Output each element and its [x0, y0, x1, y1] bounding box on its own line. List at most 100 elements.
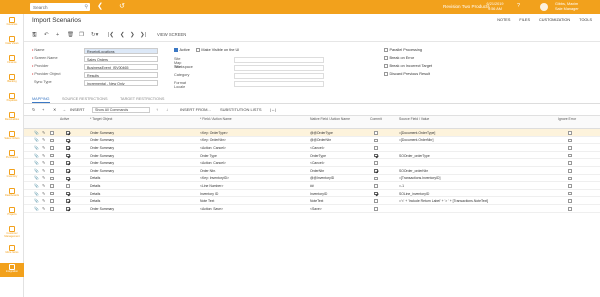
target-object-cell[interactable]: Details	[90, 184, 100, 188]
tools-link[interactable]: TOOLS	[579, 18, 592, 22]
ignore-error-cell[interactable]	[568, 146, 572, 150]
row-select-checkbox[interactable]	[50, 161, 54, 165]
native-field-cell[interactable]: @@InventoryID	[310, 176, 334, 180]
row-select-checkbox[interactable]	[50, 169, 54, 173]
commit-cell[interactable]	[374, 191, 378, 196]
history-icon[interactable]: ↺	[117, 2, 127, 12]
substitution-lists-button[interactable]: SUBSTITUTION LISTS	[220, 107, 262, 113]
attach-icon[interactable]: 📎	[34, 184, 39, 188]
sidebar-item-purchases[interactable]: Purchases	[0, 149, 24, 163]
commit-cell[interactable]	[374, 153, 378, 158]
source-field-cell[interactable]: =-1	[399, 184, 404, 188]
source-field-cell[interactable]: =[Document.OrderNbr]	[399, 138, 433, 142]
break-on-target-checkbox[interactable]: Break on Incorrect Target	[384, 64, 432, 71]
target-object-cell[interactable]: Details	[90, 176, 100, 180]
commit-cell[interactable]	[374, 169, 378, 173]
provider-object-field[interactable]: Results	[84, 72, 158, 78]
target-object-cell[interactable]: Order Summary	[90, 207, 114, 211]
delete-icon[interactable]: 🗑	[67, 31, 74, 39]
field-action-cell[interactable]: <Key: InventoryID>	[200, 176, 229, 180]
target-object-cell[interactable]: Details	[90, 192, 100, 196]
native-field-cell[interactable]: ##	[310, 184, 314, 188]
discard-result-checkbox[interactable]: Discard Previous Result	[384, 72, 430, 79]
active-cell[interactable]	[66, 131, 70, 135]
sync-type-select[interactable]: Incremental - New Only	[84, 80, 158, 86]
table-row[interactable]: 📎 ✎ Details <Key: InventoryID> @@InventoryID…	[24, 175, 600, 183]
move-down-icon[interactable]: ↓	[166, 107, 168, 113]
field-action-cell[interactable]: <Key: OrderNbr>	[200, 138, 226, 142]
delete-row-icon[interactable]: ✕	[53, 107, 56, 113]
provider-field[interactable]: BusinessEvent_ISV00465	[84, 64, 158, 70]
command-filter-select[interactable]: Show All Commands	[92, 107, 150, 113]
native-field-cell[interactable]: InventoryID	[310, 192, 327, 196]
commit-cell[interactable]	[374, 161, 378, 165]
native-field-cell[interactable]: @@OrderNbr	[310, 138, 331, 142]
help-icon[interactable]: ?	[517, 3, 520, 9]
table-row[interactable]: 📎 ✎ Details <Line Number> ## =-1	[24, 182, 600, 190]
active-checkbox[interactable]: Active Make Visible on the UI	[174, 48, 239, 55]
copy-icon[interactable]: ❐	[79, 31, 84, 39]
ignore-error-cell[interactable]	[568, 161, 572, 165]
back-icon[interactable]: ❮	[95, 2, 105, 12]
avatar[interactable]	[540, 3, 548, 11]
sidebar-item-sales-orders[interactable]: Sales Orders	[0, 130, 24, 144]
row-select-checkbox[interactable]	[50, 199, 54, 203]
source-field-cell[interactable]: SOLine_inventoryID	[399, 192, 429, 196]
table-row[interactable]: 📎 ✎ Order Summary <Action: Cancel> <Cancel>	[24, 159, 600, 167]
table-row[interactable]: 📎 ✎ Order Summary Order Type OrderType SOOrde…	[24, 152, 600, 160]
active-cell[interactable]	[66, 169, 70, 173]
table-row[interactable]: 📎 ✎ Details Note Text NoteText ='<' + 'Includ…	[24, 197, 600, 205]
field-action-cell[interactable]: Order Nbr.	[200, 169, 216, 173]
workspace-field[interactable]	[234, 65, 324, 71]
active-cell[interactable]	[66, 184, 70, 188]
note-icon[interactable]: ✎	[42, 161, 46, 165]
format-locale-field[interactable]	[234, 81, 324, 87]
target-object-cell[interactable]: Order Summary	[90, 161, 114, 165]
col-field-action[interactable]: * Field / Action Name	[200, 117, 232, 122]
break-on-error-checkbox[interactable]: Break on Error	[384, 56, 414, 63]
last-icon[interactable]: ❯|	[140, 31, 146, 39]
ignore-error-cell[interactable]	[568, 153, 572, 158]
row-select-checkbox[interactable]	[50, 131, 54, 135]
target-object-cell[interactable]: Order Summary	[90, 146, 114, 150]
next-icon[interactable]: ❯	[130, 31, 135, 39]
ignore-error-cell[interactable]	[568, 184, 572, 188]
field-action-cell[interactable]: <Action: Cancel>	[200, 146, 226, 150]
table-row[interactable]: 📎 ✎ Order Summary <Key: OrderNbr> @@OrderNbr…	[24, 137, 600, 145]
sidebar-item-receivables[interactable]: Receivables	[0, 111, 24, 125]
ignore-error-cell[interactable]	[568, 138, 572, 143]
table-row[interactable]: 📎 ✎ Order Summary <Action: Save> <Save>	[24, 205, 600, 213]
commit-cell[interactable]	[374, 199, 378, 203]
row-select-checkbox[interactable]	[50, 138, 54, 143]
ignore-error-cell[interactable]	[568, 169, 572, 173]
native-field-cell[interactable]: OrderType	[310, 154, 326, 158]
col-target-object[interactable]: * Target Object	[90, 117, 112, 122]
screen-name-field[interactable]: Sales Orders	[84, 56, 158, 62]
user-menu[interactable]: Gibbs, Maxim Sale Manager	[555, 2, 579, 11]
parallel-check[interactable]	[384, 48, 388, 52]
sidebar-item-dashboards[interactable]: Dashboards	[0, 187, 24, 201]
parallel-processing-checkbox[interactable]: Parallel Processing	[384, 48, 422, 55]
row-select-checkbox[interactable]	[50, 207, 54, 211]
native-field-cell[interactable]: @@OrderType	[310, 131, 333, 135]
target-object-cell[interactable]: Details	[90, 199, 100, 203]
active-cell[interactable]	[66, 191, 70, 196]
active-cell[interactable]	[66, 146, 70, 150]
col-ignore-error[interactable]: Ignore Error	[558, 117, 576, 122]
search-box[interactable]: Search ⚲	[30, 3, 90, 11]
fit-columns-icon[interactable]: |↔|	[270, 107, 276, 113]
undo-icon[interactable]: ↶	[44, 31, 49, 39]
category-field[interactable]	[234, 73, 324, 79]
attach-icon[interactable]: 📎	[34, 138, 39, 142]
source-field-cell[interactable]: SOOrder_orderType	[399, 154, 430, 158]
field-action-cell[interactable]: <Line Number>	[200, 184, 223, 188]
sidebar-item-more-items[interactable]: More Items	[0, 244, 24, 258]
native-field-cell[interactable]: NoteText	[310, 199, 323, 203]
field-action-cell[interactable]: <Action: Save>	[200, 207, 223, 211]
target-object-cell[interactable]: Order Summary	[90, 169, 114, 173]
note-icon[interactable]: ✎	[42, 169, 46, 173]
table-row[interactable]: 📎 ✎ Order Summary <Action: Cancel> <Cancel>	[24, 144, 600, 152]
attach-icon[interactable]: 📎	[34, 207, 39, 211]
view-screen-button[interactable]: VIEW SCREEN	[157, 31, 186, 39]
target-object-cell[interactable]: Order Summary	[90, 154, 114, 158]
